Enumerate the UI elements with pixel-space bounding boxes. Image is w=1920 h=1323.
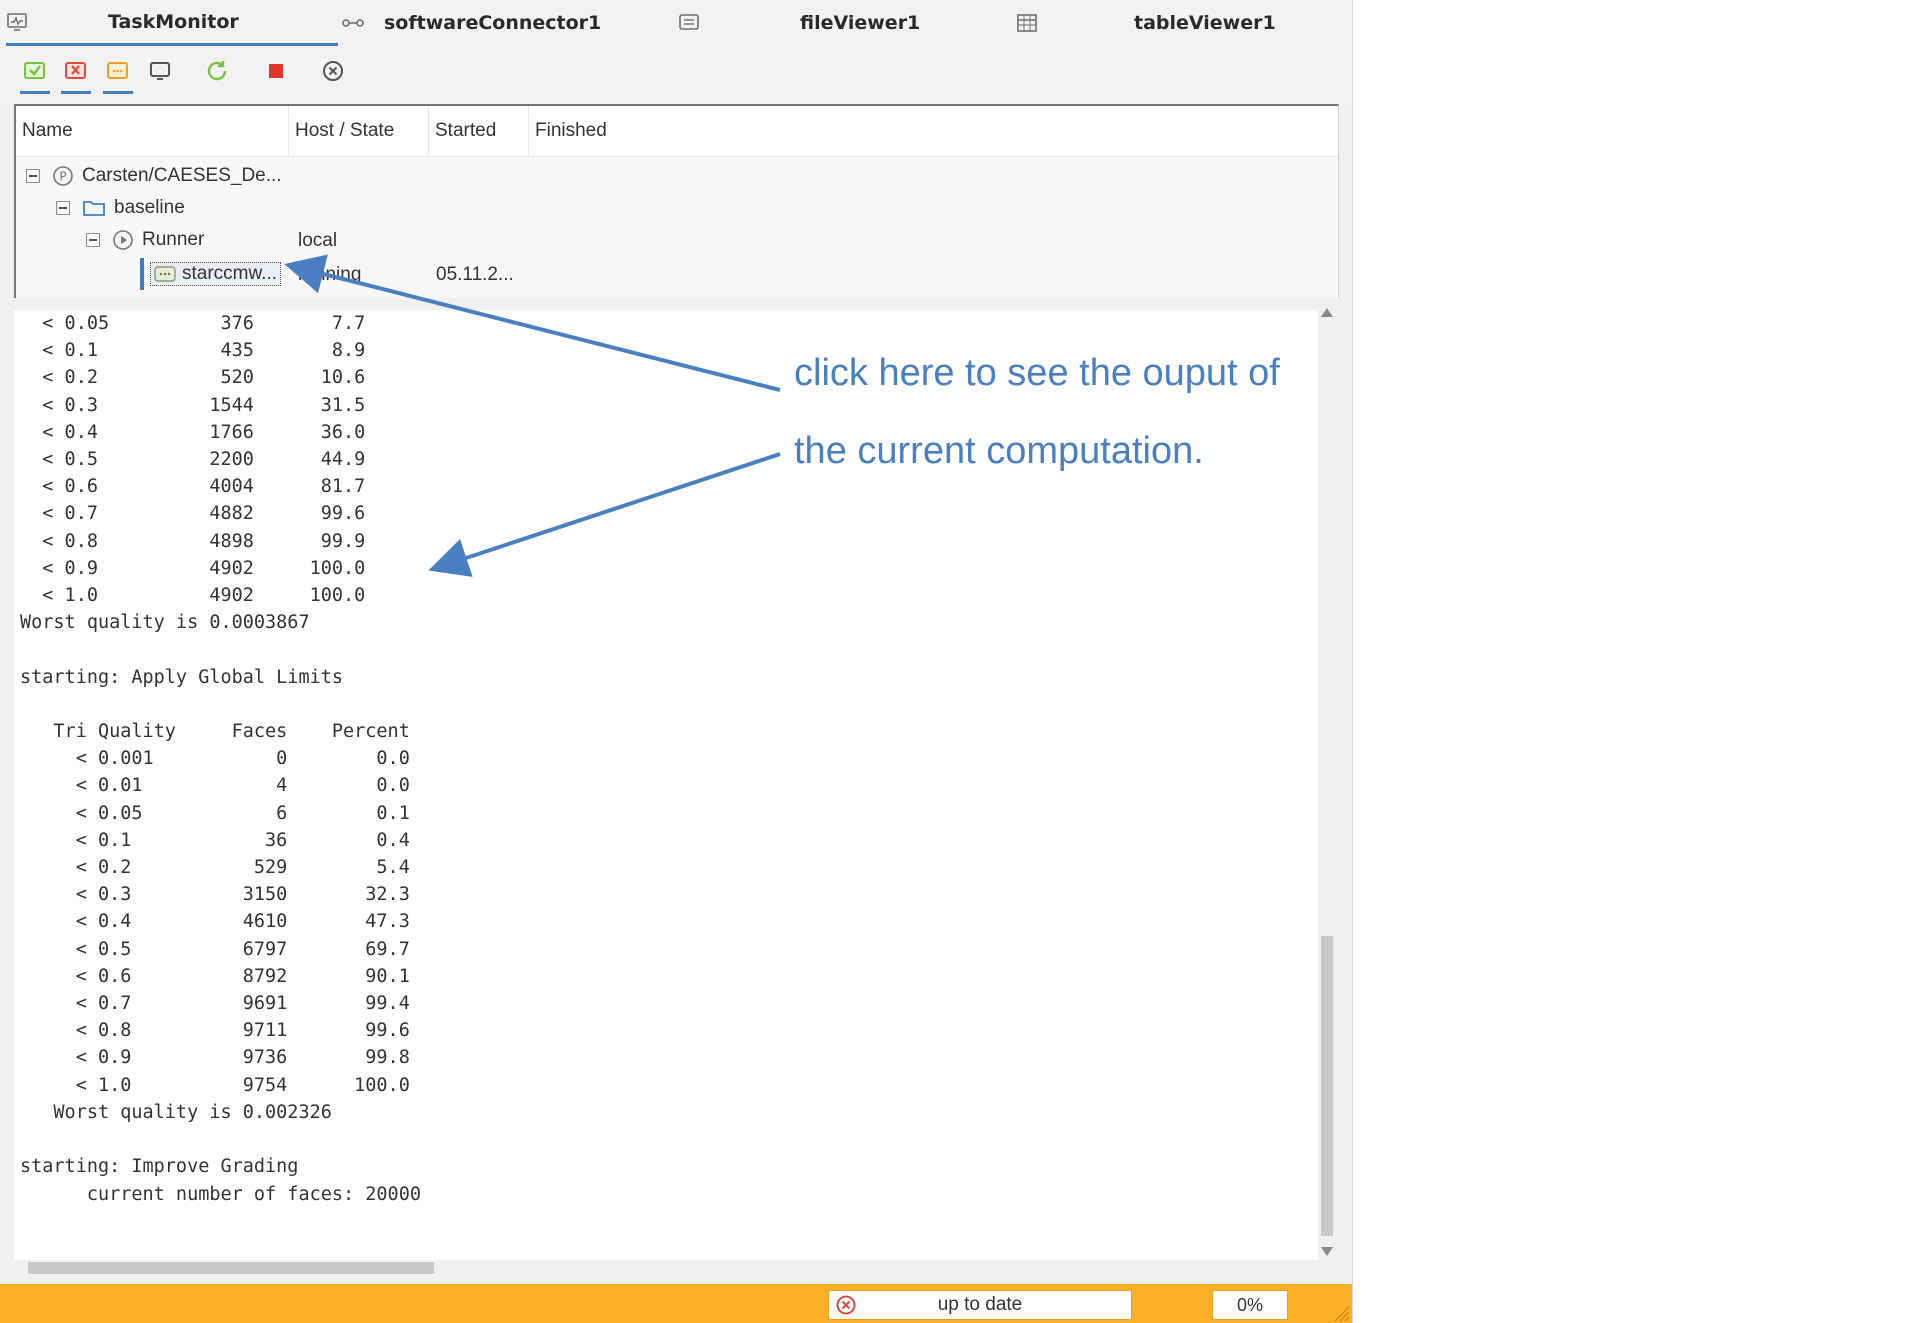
annotation-text-line2: the current computation. <box>794 430 1204 472</box>
project-icon: P <box>53 166 73 186</box>
tree-row-starccm-task[interactable]: starccmw... <box>150 258 282 290</box>
monitor-icon <box>6 11 28 33</box>
tab-taskmonitor[interactable]: TaskMonitor <box>6 0 338 46</box>
column-header-finished[interactable]: Finished <box>529 106 649 156</box>
tab-fileviewer[interactable]: fileViewer1 <box>678 0 1014 46</box>
tab-tableviewer[interactable]: tableViewer1 <box>1016 0 1352 46</box>
tree-row-project[interactable]: P Carsten/CAESES_De... <box>26 160 282 192</box>
collapse-icon[interactable] <box>56 201 70 215</box>
selected-task-item[interactable]: starccmw... <box>150 262 282 286</box>
scroll-thumb[interactable] <box>1321 936 1333 1236</box>
task-tree: Name Host / State Started Finished P Car… <box>14 104 1339 298</box>
progress-percent: 0% <box>1212 1290 1288 1320</box>
tree-row-label: baseline <box>114 197 185 218</box>
tree-row-label: Runner <box>142 229 205 250</box>
svg-text:P: P <box>59 170 66 184</box>
status-text: up to date <box>937 1294 1023 1315</box>
refresh-button[interactable] <box>203 56 233 86</box>
tree-row-label: starccmw... <box>182 263 278 284</box>
column-header-host-state[interactable]: Host / State <box>289 106 429 156</box>
started-cell: 05.11.2... <box>436 264 514 285</box>
task-icon <box>154 266 176 282</box>
collapse-icon[interactable] <box>86 233 100 247</box>
scroll-up-icon[interactable] <box>1321 308 1333 317</box>
selection-indicator <box>140 258 144 290</box>
tab-label: tableViewer1 <box>1134 12 1276 34</box>
show-finished-icon <box>24 62 45 79</box>
tree-row-label: Carsten/CAESES_De... <box>82 165 282 186</box>
cancel-button[interactable] <box>318 56 348 86</box>
tab-bar: TaskMonitor softwareConnector1 fileViewe… <box>0 0 1352 46</box>
refresh-icon <box>207 61 227 81</box>
console-text: < 0.05 376 7.7 < 0.1 435 8.9 < 0.2 520 1… <box>20 313 421 1205</box>
show-running-button[interactable] <box>103 56 133 94</box>
resize-grip-icon[interactable] <box>1330 1302 1350 1322</box>
tab-label: fileViewer1 <box>800 12 921 34</box>
connector-icon <box>342 12 364 34</box>
show-running-icon <box>107 62 128 79</box>
show-failed-button[interactable] <box>61 56 91 94</box>
tab-label: softwareConnector1 <box>384 12 602 34</box>
vertical-scrollbar[interactable] <box>1318 304 1336 1264</box>
status-bar: up to date 0% <box>0 1284 1352 1323</box>
scroll-thumb[interactable] <box>28 1262 434 1274</box>
toolbar <box>0 46 1352 102</box>
collapse-icon[interactable] <box>26 169 40 183</box>
folder-icon <box>83 201 105 216</box>
stop-button[interactable] <box>261 56 291 86</box>
stop-icon <box>269 64 283 78</box>
monitor-icon <box>150 62 170 80</box>
show-finished-button[interactable] <box>20 56 50 94</box>
scroll-down-icon[interactable] <box>1321 1247 1333 1256</box>
table-icon <box>1016 12 1038 34</box>
task-monitor-window: TaskMonitor softwareConnector1 fileViewe… <box>0 0 1353 1323</box>
tab-label: TaskMonitor <box>108 10 239 33</box>
show-failed-icon <box>65 62 86 79</box>
tree-row-baseline[interactable]: baseline <box>56 192 185 224</box>
tab-softwareconnector[interactable]: softwareConnector1 <box>342 0 672 46</box>
horizontal-scrollbar[interactable] <box>14 1260 1318 1276</box>
file-viewer-icon <box>678 12 700 34</box>
status-indicator[interactable]: up to date <box>828 1290 1132 1320</box>
tree-row-runner[interactable]: Runner <box>86 224 204 256</box>
tree-header: Name Host / State Started Finished <box>16 106 1338 157</box>
play-icon <box>113 230 133 250</box>
host-cell: local <box>298 230 338 251</box>
annotation-text-line1: click here to see the ouput of <box>794 352 1280 394</box>
monitor-button[interactable] <box>145 56 175 86</box>
column-header-name[interactable]: Name <box>16 106 289 156</box>
close-circle-icon <box>323 61 343 81</box>
state-cell: running <box>298 264 362 285</box>
column-header-started[interactable]: Started <box>429 106 529 156</box>
